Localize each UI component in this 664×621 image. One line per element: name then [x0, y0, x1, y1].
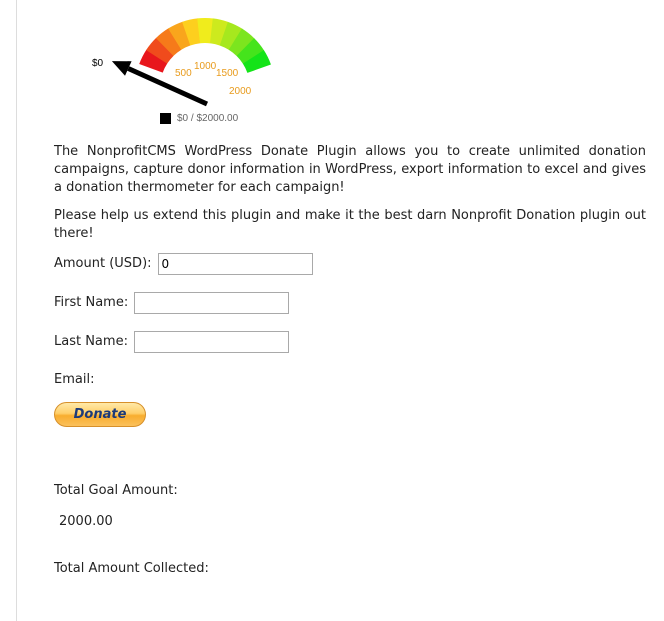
- amount-label: Amount (USD):: [54, 256, 152, 271]
- email-row: Email:: [54, 371, 646, 389]
- total-collected-label: Total Amount Collected:: [54, 561, 209, 576]
- description-paragraph-1: The NonprofitCMS WordPress Donate Plugin…: [54, 144, 646, 195]
- total-goal-label: Total Goal Amount:: [54, 483, 178, 498]
- gauge-tick-1000: 1000: [194, 61, 217, 72]
- main-content: The NonprofitCMS WordPress Donate Plugin…: [54, 143, 646, 578]
- email-label: Email:: [54, 372, 95, 387]
- amount-input[interactable]: [157, 253, 313, 275]
- gauge-current-label: $0: [92, 58, 104, 69]
- gauge-tick-500: 500: [175, 68, 192, 79]
- legend-text: $0 / $2000.00: [177, 113, 239, 124]
- gauge-tick-2000: 2000: [229, 86, 252, 97]
- first-name-label: First Name:: [54, 295, 129, 310]
- donate-button[interactable]: Donate: [54, 402, 146, 427]
- gauge-needle: [127, 66, 209, 107]
- last-name-row: Last Name:: [54, 331, 646, 353]
- legend-swatch: [160, 113, 171, 124]
- description-paragraph-2: Please help us extend this plugin and ma…: [54, 208, 646, 241]
- donation-gauge: $0 500 1000 1500 2000 $0 / $2000.00: [80, 18, 300, 136]
- gauge-legend: $0 / $2000.00: [160, 113, 238, 124]
- last-name-label: Last Name:: [54, 334, 128, 349]
- total-goal-value: 2000.00: [59, 514, 113, 529]
- gauge-tick-1500: 1500: [216, 68, 239, 79]
- amount-row: Amount (USD):: [54, 253, 646, 275]
- first-name-input[interactable]: [134, 292, 290, 314]
- donate-button-label: Donate: [73, 406, 127, 422]
- left-border: [16, 0, 17, 621]
- first-name-row: First Name:: [54, 292, 646, 314]
- last-name-input[interactable]: [133, 331, 289, 353]
